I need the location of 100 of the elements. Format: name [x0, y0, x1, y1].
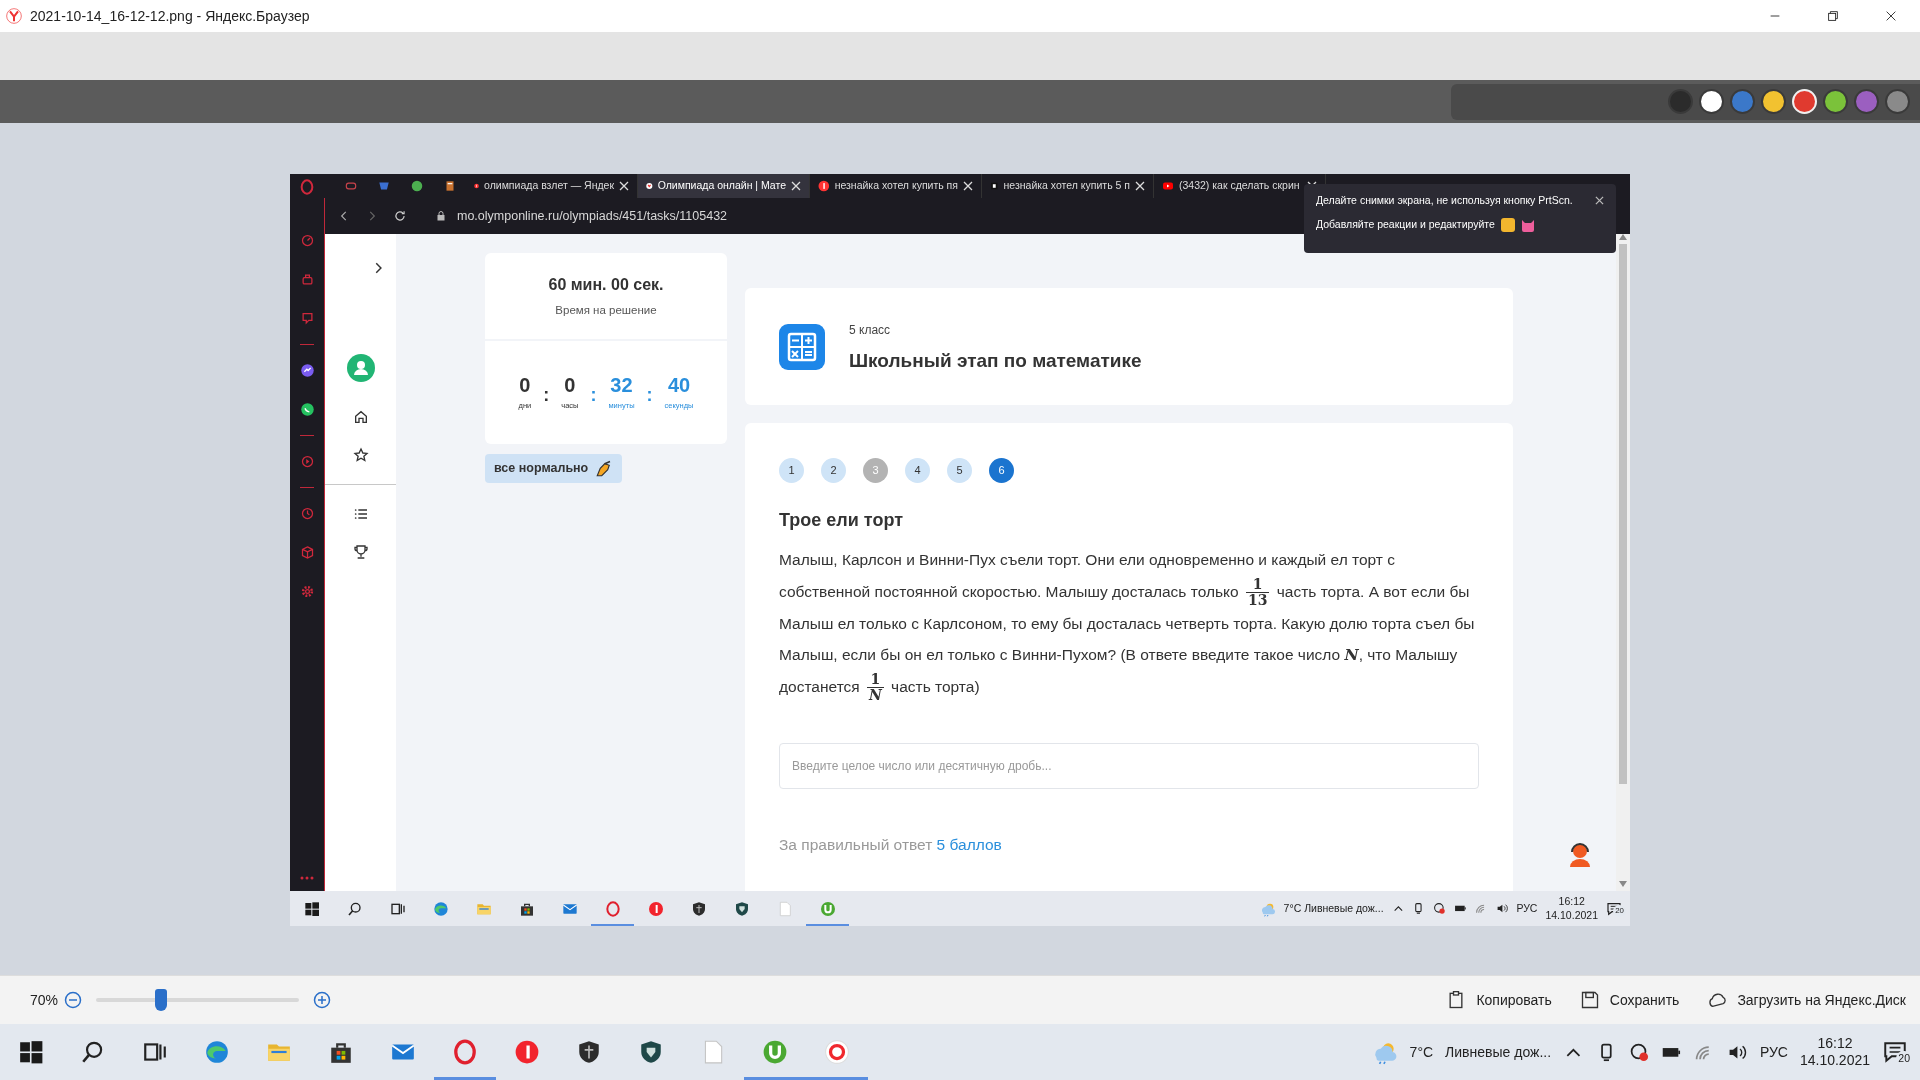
color-swatch[interactable]	[1730, 89, 1755, 114]
toolbar-button[interactable]: Загрузить на Яндекс.Диск	[1707, 989, 1906, 1011]
bag-icon[interactable]	[299, 272, 315, 287]
clock-date[interactable]: 14.10.2021	[1545, 908, 1598, 922]
timer-separator: :	[590, 384, 597, 407]
color-swatch[interactable]	[1885, 89, 1910, 114]
close-icon[interactable]	[963, 181, 973, 191]
avatar-icon[interactable]	[346, 354, 375, 382]
zoom-level: 70%	[30, 990, 59, 1010]
shield-icon	[690, 900, 707, 917]
reload-icon[interactable]	[393, 209, 407, 223]
color-swatch[interactable]	[1699, 89, 1724, 114]
lock-icon	[435, 210, 447, 222]
weather-text[interactable]: 7°C Ливневые дож...	[1283, 900, 1384, 917]
timer-value: 0	[564, 374, 576, 396]
round-app-icon	[819, 900, 836, 917]
zoom-out-button[interactable]	[64, 991, 83, 1009]
volume-icon[interactable]	[1495, 902, 1509, 915]
scrollbar-thumb[interactable]	[1619, 244, 1627, 784]
toolbar-button[interactable]: Сохранить	[1579, 989, 1680, 1011]
color-swatch[interactable]	[1761, 89, 1786, 114]
play-icon[interactable]	[299, 454, 315, 469]
shield-icon	[638, 1039, 664, 1065]
clock-time[interactable]: 16:12	[1558, 895, 1585, 909]
chat-bubble-icon[interactable]	[299, 402, 315, 417]
scroll-down-icon[interactable]	[1619, 881, 1627, 887]
close-icon[interactable]	[1135, 181, 1145, 191]
app-icon	[6, 8, 22, 24]
slider-thumb[interactable]	[155, 989, 167, 1011]
timer-value: 32	[610, 374, 633, 396]
language-indicator[interactable]: РУС	[1516, 900, 1538, 917]
grade-label: 5 класс	[849, 322, 891, 340]
browser-tab[interactable]: незнайка хотел купить 5 п	[982, 174, 1154, 198]
browser-tab[interactable]: Олимпиада онлайн | Мате	[638, 174, 810, 198]
olympiad-title: Школьный этап по математике	[849, 349, 1142, 374]
weather-text[interactable]: Ливневые дож...	[1445, 1041, 1552, 1063]
speedometer-icon[interactable]	[299, 233, 315, 248]
more-icon[interactable]	[300, 875, 314, 881]
color-swatch[interactable]	[1668, 89, 1693, 114]
close-icon[interactable]	[619, 181, 629, 191]
task-title: Трое ели торт	[779, 509, 903, 532]
sticker-icon	[1520, 217, 1535, 232]
close-icon[interactable]	[1595, 196, 1604, 206]
notification-count: 20	[1896, 1050, 1912, 1065]
task-number[interactable]: 1	[779, 458, 804, 483]
chat-bubble-icon[interactable]	[299, 363, 315, 378]
close-icon[interactable]	[1884, 9, 1898, 23]
popup-text: Добавляйте реакции и редактируйте	[1316, 216, 1495, 232]
star-icon[interactable]	[352, 447, 369, 463]
network-icon[interactable]	[1433, 902, 1446, 915]
round-app-icon	[647, 900, 664, 917]
ring-icon	[604, 900, 621, 917]
close-icon[interactable]	[791, 181, 801, 191]
save-icon	[1579, 990, 1600, 1010]
trophy-icon[interactable]	[352, 544, 369, 560]
timer-separator: :	[646, 384, 653, 407]
chat-icon[interactable]	[299, 311, 315, 326]
clock-icon[interactable]	[299, 506, 315, 521]
zoom-out-icon	[64, 991, 83, 1009]
gamepad-icon[interactable]	[343, 179, 358, 193]
task-number[interactable]: 6	[989, 458, 1014, 483]
task-number[interactable]: 4	[905, 458, 930, 483]
tab-title: олимпиада взлет — Яндек	[484, 178, 614, 194]
task-number[interactable]: 2	[821, 458, 846, 483]
settings-icon[interactable]	[299, 584, 315, 599]
zoom-in-button[interactable]	[313, 991, 332, 1009]
timer-value: 0	[519, 374, 531, 396]
color-swatch[interactable]	[1854, 89, 1879, 114]
notification-icon[interactable]	[1882, 1039, 1908, 1065]
clock-date[interactable]: 14.10.2021	[1799, 1052, 1870, 1070]
shield-icon	[576, 1039, 602, 1065]
task-number[interactable]: 5	[947, 458, 972, 483]
round-app-icon	[824, 1039, 850, 1065]
scroll-up-icon[interactable]	[1619, 234, 1627, 240]
answer-field[interactable]: Введите целое число или десятичную дробь...	[779, 742, 1479, 789]
tab-title: незнайка хотел купить 5 п	[1003, 178, 1130, 194]
cube-icon[interactable]	[299, 545, 315, 560]
score-link[interactable]: 5 баллов	[936, 835, 1002, 853]
restore-icon[interactable]	[1826, 9, 1840, 23]
toolbar-button[interactable]: Копировать	[1446, 989, 1552, 1011]
browser-tab[interactable]: незнайка хотел купить пя	[810, 174, 982, 198]
address-text[interactable]: mo.olymponline.ru/olympiads/451/tasks/1105432	[457, 206, 728, 226]
tab-title: незнайка хотел купить пя	[834, 178, 958, 194]
mood-button[interactable]: все нормально	[485, 454, 623, 483]
list-icon[interactable]	[352, 506, 369, 522]
tab-title: (3432) как сделать скрин	[1179, 178, 1300, 194]
clock-time[interactable]: 16:12	[1817, 1034, 1853, 1052]
calculator-icon	[779, 323, 825, 370]
home-icon[interactable]	[352, 409, 369, 425]
video-icon	[1162, 180, 1174, 192]
ring-icon[interactable]	[299, 179, 315, 195]
timer-duration: 60 мин. 00 сек.	[548, 275, 664, 295]
language-indicator[interactable]: РУС	[1759, 1041, 1788, 1063]
shield-icon	[733, 900, 750, 917]
sticker-icon	[1500, 217, 1515, 232]
color-swatch[interactable]	[1823, 89, 1848, 114]
site-icon	[646, 180, 653, 192]
temperature-text[interactable]: 7°C	[1409, 1041, 1434, 1063]
pinned-site-icon[interactable]	[409, 179, 424, 193]
network-icon[interactable]	[1628, 1041, 1650, 1063]
